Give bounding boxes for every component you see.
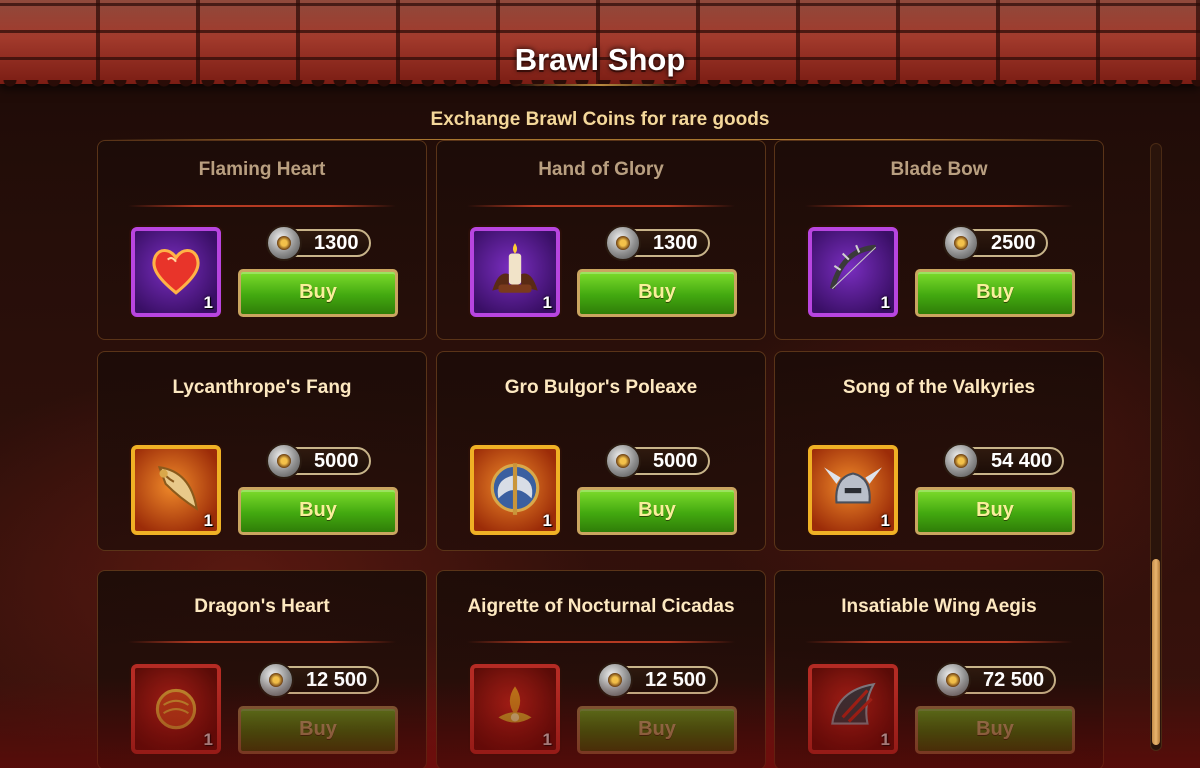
item-price: 1300 [605,225,710,261]
item-name: Insatiable Wing Aegis [841,596,1037,617]
shop-item-card: Blade Bow 1 2500 Buy [774,140,1104,340]
shop-item-card: Aigrette of Nocturnal Cicadas 1 12 500 B… [436,570,766,768]
price-value: 5000 [314,450,359,472]
item-quantity: 1 [203,730,213,749]
valkyrie-helmet-icon[interactable]: 1 [808,445,898,535]
item-name: Song of the Valkyries [842,377,1036,398]
shop-scrollbar[interactable] [1150,143,1162,751]
item-name: Lycanthrope's Fang [172,377,352,398]
shop-item-grid: Flaming Heart 1 1300 Buy Hand of Glory 1… [97,140,1104,768]
buy-button[interactable]: Buy [238,487,398,535]
candle-hand-icon[interactable]: 1 [470,227,560,317]
card-divider [128,205,396,207]
brawl-coin-icon [605,443,641,479]
item-price: 72 500 [935,662,1057,698]
buy-button[interactable]: Buy [577,706,737,754]
blade-bow-icon[interactable]: 1 [808,227,898,317]
item-quantity: 1 [542,293,552,312]
price-value: 12 500 [645,669,707,691]
price-value: 72 500 [983,669,1045,691]
item-quantity: 1 [203,293,213,312]
item-name: Hand of Glory [538,159,664,180]
card-divider [128,641,396,643]
flaming-heart-icon[interactable]: 1 [131,227,221,317]
brawl-coin-icon [605,225,641,261]
scrollbar-thumb[interactable] [1152,559,1160,745]
shop-item-card: Gro Bulgor's Poleaxe 1 5000 Buy [436,351,766,551]
dragon-heart-icon[interactable]: 1 [131,664,221,754]
buy-button[interactable]: Buy [577,269,737,317]
price-value: 5000 [653,450,698,472]
price-value: 54 400 [991,450,1053,472]
item-price: 1300 [266,225,371,261]
brawl-coin-icon [943,225,979,261]
brawl-coin-icon [597,662,633,698]
item-quantity: 1 [203,511,213,530]
price-value: 1300 [653,232,698,254]
poleaxe-icon[interactable]: 1 [470,445,560,535]
card-divider [467,641,735,643]
item-price: 12 500 [258,662,380,698]
shop-item-card: Insatiable Wing Aegis 1 72 500 Buy [774,570,1104,768]
shop-title: Brawl Shop [514,42,686,77]
brawl-coin-icon [935,662,971,698]
item-quantity: 1 [542,730,552,749]
wing-aegis-icon[interactable]: 1 [808,664,898,754]
item-price: 12 500 [597,662,719,698]
brawl-coin-icon [266,225,302,261]
item-quantity: 1 [880,293,890,312]
item-name: Flaming Heart [198,159,326,180]
price-value: 2500 [991,232,1036,254]
aigrette-icon[interactable]: 1 [470,664,560,754]
card-divider [805,641,1073,643]
shop-item-card: Flaming Heart 1 1300 Buy [97,140,427,340]
item-name: Gro Bulgor's Poleaxe [504,377,698,398]
item-name: Blade Bow [890,159,988,180]
price-value: 1300 [314,232,359,254]
item-price: 54 400 [943,443,1065,479]
item-quantity: 1 [880,511,890,530]
brawl-coin-icon [266,443,302,479]
item-price: 5000 [605,443,710,479]
buy-button[interactable]: Buy [915,269,1075,317]
buy-button[interactable]: Buy [915,487,1075,535]
card-divider [805,205,1073,207]
brawl-coin-icon [943,443,979,479]
fang-icon[interactable]: 1 [131,445,221,535]
card-divider [467,205,735,207]
shop-item-card: Hand of Glory 1 1300 Buy [436,140,766,340]
buy-button[interactable]: Buy [238,269,398,317]
item-name: Dragon's Heart [194,596,330,617]
shop-item-card: Dragon's Heart 1 12 500 Buy [97,570,427,768]
buy-button[interactable]: Buy [915,706,1075,754]
shop-item-card: Song of the Valkyries 1 54 400 Buy [774,351,1104,551]
item-price: 2500 [943,225,1048,261]
brawl-coin-icon [258,662,294,698]
price-value: 12 500 [306,669,368,691]
item-name: Aigrette of Nocturnal Cicadas [467,596,735,617]
item-quantity: 1 [880,730,890,749]
buy-button[interactable]: Buy [577,487,737,535]
shop-subtitle: Exchange Brawl Coins for rare goods [430,109,770,130]
buy-button[interactable]: Buy [238,706,398,754]
item-quantity: 1 [542,511,552,530]
shop-item-card: Lycanthrope's Fang 1 5000 Buy [97,351,427,551]
item-price: 5000 [266,443,371,479]
title-divider [510,84,690,86]
